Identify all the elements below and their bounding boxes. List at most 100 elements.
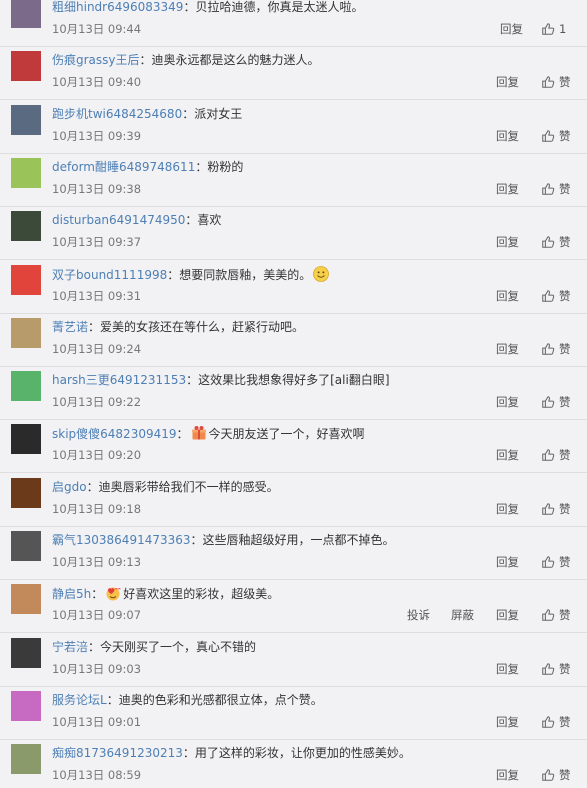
username-link[interactable]: 静启5h <box>52 587 91 601</box>
avatar[interactable] <box>11 744 41 775</box>
comment-line: 菁艺诺：爱美的女孩还在等什么，赶紧行动吧。 <box>52 319 304 335</box>
username-link[interactable]: 伤痕grassy王后 <box>52 53 140 67</box>
like-button[interactable]: 赞 <box>541 447 571 463</box>
like-button[interactable]: 赞 <box>541 234 571 250</box>
avatar[interactable] <box>11 690 41 721</box>
avatar[interactable] <box>11 51 41 82</box>
comment-row: skip傻傻6482309419： 今天朋友送了一个，好喜欢啊 10月13日 09:… <box>0 420 587 474</box>
colon-separator: ： <box>88 639 101 654</box>
username-link[interactable]: 菁艺诺 <box>52 320 88 334</box>
avatar[interactable] <box>11 157 41 188</box>
comment-row: disturban6491474950：喜欢 10月13日 09:37 回复 赞 <box>0 207 587 261</box>
like-label: 赞 <box>559 768 571 783</box>
reply-button[interactable]: 回复 <box>496 234 519 250</box>
like-button[interactable]: 赞 <box>541 501 571 517</box>
like-button[interactable]: 赞 <box>541 288 571 304</box>
avatar[interactable] <box>11 317 41 348</box>
avatar[interactable] <box>11 211 41 242</box>
username-link[interactable]: 服务论坛L <box>52 693 107 707</box>
timestamp: 10月13日 09:44 <box>52 22 142 36</box>
username-link[interactable]: skip傻傻6482309419 <box>52 427 177 441</box>
timestamp: 10月13日 09:37 <box>52 235 142 250</box>
smile-emoji-icon <box>313 265 330 282</box>
like-button[interactable]: 赞 <box>541 181 571 197</box>
avatar[interactable] <box>11 0 41 28</box>
username-link[interactable]: 启gdo <box>52 480 87 494</box>
colon-separator: ： <box>190 533 203 547</box>
colon-separator: ： <box>176 427 189 442</box>
reply-button[interactable]: 回复 <box>496 394 519 410</box>
avatar[interactable] <box>11 371 41 402</box>
username-link[interactable]: 跑步机twi6484254680 <box>52 107 182 121</box>
reply-button[interactable]: 回复 <box>496 554 519 570</box>
reply-button[interactable]: 回复 <box>500 21 523 37</box>
like-label: 赞 <box>559 75 571 90</box>
timestamp: 10月13日 09:38 <box>52 181 142 196</box>
avatar[interactable] <box>11 531 41 561</box>
like-label: 赞 <box>559 341 571 356</box>
comment-text: 迪奥永远都是这么的魅力迷人。 <box>151 53 320 68</box>
avatar[interactable] <box>11 584 41 615</box>
like-button[interactable]: 1 <box>541 21 566 37</box>
reply-button[interactable]: 回复 <box>496 74 519 90</box>
like-button[interactable]: 赞 <box>541 554 571 570</box>
colon-separator: ： <box>182 106 195 121</box>
avatar[interactable] <box>11 424 41 455</box>
colon-separator: ： <box>182 746 195 761</box>
comment-row: harsh三更6491231153：这效果比我想象得好多了[ali翻白眼] 10月… <box>0 367 587 421</box>
username-link[interactable]: 霸气130386491473363 <box>52 533 191 547</box>
like-button[interactable]: 赞 <box>541 607 571 623</box>
reply-button[interactable]: 回复 <box>496 767 519 783</box>
comment-row: 跑步机twi6484254680：派对女王 10月13日 09:39 回复 赞 <box>0 101 587 154</box>
reply-button[interactable]: 回复 <box>496 341 519 357</box>
reply-button[interactable]: 回复 <box>496 661 519 677</box>
thumbs-up-icon <box>542 449 555 462</box>
like-label: 赞 <box>559 181 571 196</box>
thumbs-up-icon <box>542 129 555 142</box>
report-button[interactable]: 投诉 <box>407 607 430 623</box>
timestamp: 10月13日 09:07 <box>52 608 142 623</box>
comment-line: deform酣睡6489748611：粉粉的 <box>52 159 243 175</box>
like-button[interactable]: 赞 <box>541 714 571 730</box>
like-button[interactable]: 赞 <box>541 394 571 410</box>
comment-text: 喜欢 <box>197 213 222 228</box>
username-link[interactable]: 宁若涪 <box>52 640 88 654</box>
comment-row: 启gdo：迪奥唇彩带给我们不一样的感受。 10月13日 09:18 回复 赞 <box>0 474 587 527</box>
reply-button[interactable]: 回复 <box>496 288 519 304</box>
timestamp: 10月13日 09:31 <box>52 288 142 303</box>
like-button[interactable]: 赞 <box>541 341 571 357</box>
thumbs-up-icon <box>542 609 555 622</box>
username-link[interactable]: 痴痴81736491230213 <box>52 746 183 760</box>
username-link[interactable]: harsh三更6491231153 <box>52 373 186 387</box>
username-link[interactable]: 双子bound1111998 <box>52 268 167 282</box>
reply-button[interactable]: 回复 <box>496 501 519 517</box>
like-button[interactable]: 赞 <box>541 661 571 677</box>
like-button[interactable]: 赞 <box>541 767 571 783</box>
comment-row: 静启5h： 好喜欢这里的彩妆，超级美。 10月13日 09:07 投诉 屏蔽 回复 赞 <box>0 580 587 634</box>
avatar[interactable] <box>11 104 41 135</box>
timestamp: 10月13日 08:59 <box>52 768 142 783</box>
reply-button[interactable]: 回复 <box>496 447 519 463</box>
comment-row: deform酣睡6489748611：粉粉的 10月13日 09:38 回复 赞 <box>0 154 587 207</box>
comment-line: 粗细hindr6496083349：贝拉哈迪德，你真是太迷人啦。 <box>52 0 363 15</box>
comment-list: 粗细hindr6496083349：贝拉哈迪德，你真是太迷人啦。 10月13日 0… <box>0 0 587 788</box>
thumbs-up-icon <box>542 343 555 355</box>
avatar[interactable] <box>11 477 41 508</box>
avatar[interactable] <box>11 264 41 295</box>
username-link[interactable]: disturban6491474950 <box>52 213 185 227</box>
comment-row: 菁艺诺：爱美的女孩还在等什么，赶紧行动吧。 10月13日 09:24 回复 赞 <box>0 314 587 367</box>
like-label: 赞 <box>559 235 571 250</box>
reply-button[interactable]: 回复 <box>496 181 519 197</box>
username-link[interactable]: deform酣睡6489748611 <box>52 160 195 174</box>
reply-button[interactable]: 回复 <box>496 128 519 144</box>
block-button[interactable]: 屏蔽 <box>451 607 474 623</box>
timestamp: 10月13日 09:24 <box>52 341 142 356</box>
like-button[interactable]: 赞 <box>541 74 571 90</box>
username-link[interactable]: 粗细hindr6496083349 <box>52 0 183 14</box>
reply-button[interactable]: 回复 <box>496 607 519 623</box>
reply-button[interactable]: 回复 <box>496 714 519 730</box>
heart-emoji-icon <box>105 585 122 601</box>
like-button[interactable]: 赞 <box>541 128 571 144</box>
colon-separator: ： <box>88 319 101 334</box>
avatar[interactable] <box>11 637 41 668</box>
